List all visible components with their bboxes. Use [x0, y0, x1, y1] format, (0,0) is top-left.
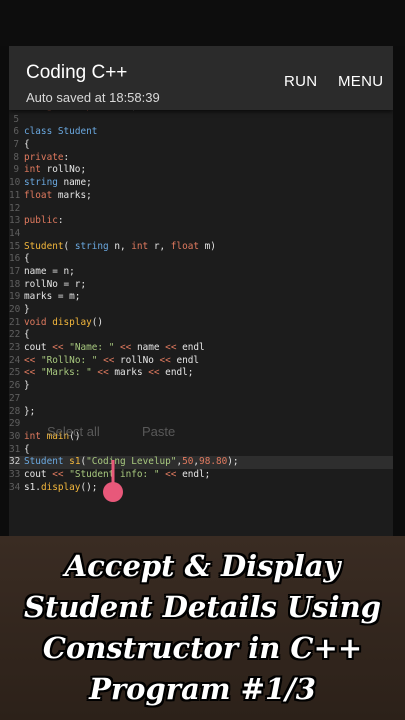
code-text: << "Marks: " << marks << endl; — [24, 367, 194, 379]
code-line[interactable]: 24 << "RollNo: " << rollNo << endl — [9, 355, 393, 368]
line-number: 31 — [9, 443, 21, 455]
code-text: name = n; — [24, 265, 75, 277]
banner-line-2: Student Details Using — [24, 590, 381, 624]
code-line[interactable]: 10 string name; — [9, 177, 393, 190]
line-number: 29 — [9, 418, 21, 430]
code-text: Student( string n, int r, float m) — [24, 240, 216, 252]
banner-line-1: Accept & Display — [64, 549, 341, 583]
code-text: int rollNo; — [24, 164, 87, 176]
line-number: 24 — [9, 354, 21, 366]
code-line[interactable]: 28}; — [9, 406, 393, 419]
code-text: }; — [24, 405, 36, 417]
menu-button[interactable]: MENU — [338, 73, 383, 90]
paste-option[interactable]: Paste — [142, 424, 175, 439]
app-bar: Coding C++ Auto saved at 18:58:39 RUN ME… — [9, 46, 393, 110]
code-line[interactable]: 13 public: — [9, 215, 393, 228]
line-number: 28 — [9, 405, 21, 417]
code-text: { — [24, 139, 30, 151]
code-text: private: — [24, 151, 70, 163]
line-number: 22 — [9, 329, 21, 341]
code-line[interactable]: 33 cout << "Student info: " << endl; — [9, 469, 393, 482]
code-text: class Student — [24, 126, 98, 138]
text-cursor-handle-icon[interactable] — [101, 460, 125, 504]
code-line[interactable]: 6 class Student — [9, 126, 393, 139]
autosave-status: Auto saved at 18:58:39 — [26, 90, 160, 105]
code-text: s1.display(); — [24, 481, 98, 493]
code-line[interactable]: 21 void display() — [9, 317, 393, 330]
line-number: 30 — [9, 430, 21, 442]
code-line[interactable]: 14 — [9, 228, 393, 241]
line-number: 25 — [9, 367, 21, 379]
code-line[interactable]: 12 — [9, 203, 393, 216]
line-number: 15 — [9, 240, 21, 252]
code-line[interactable]: 26} — [9, 380, 393, 393]
code-text: Student s1("Coding Levelup",50,98.80); — [24, 456, 239, 468]
line-number: 5 — [13, 113, 19, 125]
code-text: public: — [24, 215, 64, 227]
line-number: 20 — [9, 304, 21, 315]
banner-line-4: Program #1/3 — [89, 672, 316, 706]
code-line[interactable]: 8 private: — [9, 152, 393, 165]
line-number: 17 — [9, 265, 21, 277]
line-number: 26 — [9, 380, 21, 392]
code-text: string name; — [24, 177, 92, 189]
line-number: 10 — [9, 177, 21, 189]
code-line[interactable]: 27 — [9, 393, 393, 406]
code-line[interactable]: 16{ — [9, 253, 393, 266]
code-text: << "RollNo: " << rollNo << endl — [24, 354, 200, 366]
code-line[interactable]: 23 cout << "Name: " << name << endl — [9, 342, 393, 355]
select-all-option[interactable]: Select all — [47, 424, 100, 439]
code-line[interactable]: 7{ — [9, 139, 393, 152]
code-line[interactable]: 32 Student s1("Coding Levelup",50,98.80); — [9, 456, 393, 469]
code-text: { — [24, 443, 30, 455]
screen-top-bar — [0, 0, 405, 46]
line-number: 9 — [13, 164, 19, 176]
run-button[interactable]: RUN — [284, 73, 317, 90]
code-text: } — [24, 304, 30, 315]
code-line[interactable]: 5 — [9, 114, 393, 127]
code-line[interactable]: 20} — [9, 304, 393, 317]
line-number: 7 — [13, 139, 19, 151]
code-text: { — [24, 253, 30, 265]
line-number: 19 — [9, 291, 21, 303]
line-number: 34 — [9, 481, 21, 493]
code-line[interactable]: 15 Student( string n, int r, float m) — [9, 241, 393, 254]
code-editor[interactable]: 4using namespace std;56class Student7{8p… — [9, 101, 393, 536]
code-text: float marks; — [24, 189, 92, 201]
code-text: } — [24, 380, 30, 392]
line-number: 8 — [13, 151, 19, 163]
line-number: 14 — [9, 227, 21, 239]
code-line[interactable]: 9 int rollNo; — [9, 164, 393, 177]
title-banner: Accept & Display Student Details Using C… — [0, 536, 405, 720]
app-title: Coding C++ — [26, 62, 128, 83]
line-number: 6 — [13, 126, 19, 138]
app-window: Coding C++ Auto saved at 18:58:39 RUN ME… — [9, 46, 393, 536]
line-number: 12 — [9, 202, 21, 214]
line-number: 18 — [9, 278, 21, 290]
code-line[interactable]: 22{ — [9, 329, 393, 342]
line-number: 33 — [9, 468, 21, 480]
code-line[interactable]: 18 rollNo = r; — [9, 279, 393, 292]
line-number: 23 — [9, 342, 21, 354]
line-number: 27 — [9, 392, 21, 404]
line-number: 16 — [9, 253, 21, 265]
code-text: void display() — [24, 316, 104, 328]
code-line[interactable]: 17 name = n; — [9, 266, 393, 279]
code-text: cout << "Name: " << name << endl — [24, 342, 205, 354]
line-number: 32 — [9, 456, 21, 468]
banner-line-3: Constructor in C++ — [42, 631, 363, 665]
code-text: { — [24, 329, 30, 341]
code-line[interactable]: 34 s1.display(); — [9, 482, 393, 495]
line-number: 21 — [9, 316, 21, 328]
line-number: 11 — [9, 189, 21, 201]
context-menu: Select all Paste — [47, 424, 207, 446]
code-text: marks = m; — [24, 291, 81, 303]
code-line[interactable]: 25 << "Marks: " << marks << endl; — [9, 367, 393, 380]
code-line[interactable]: 11 float marks; — [9, 190, 393, 203]
code-text: rollNo = r; — [24, 278, 87, 290]
code-line[interactable]: 19 marks = m; — [9, 291, 393, 304]
line-number: 13 — [9, 215, 21, 227]
